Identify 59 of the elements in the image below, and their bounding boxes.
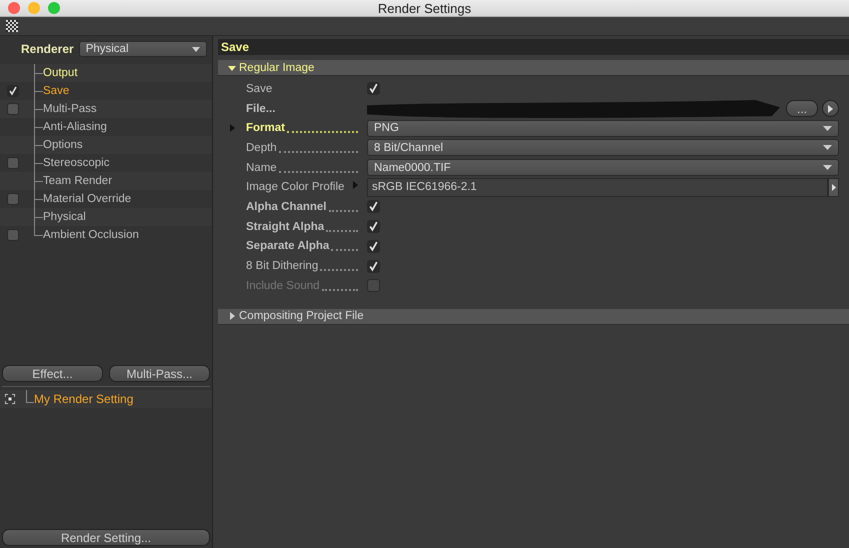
file-path-field[interactable] (367, 100, 780, 118)
collapsed-triangle-icon (228, 312, 236, 320)
checkbox[interactable] (7, 193, 19, 205)
panel-title: Save (221, 40, 250, 54)
sidebar-item[interactable]: Team Render (0, 172, 212, 190)
checkbox[interactable] (367, 260, 380, 273)
render-setting-item[interactable]: My Render Setting (0, 390, 212, 408)
checkbox[interactable] (367, 220, 380, 234)
focus-icon (5, 394, 15, 404)
play-triangle-icon (832, 184, 836, 191)
checkbox[interactable] (7, 85, 19, 97)
expand-triangle-icon[interactable] (230, 124, 234, 132)
field-label: Depth (246, 142, 277, 154)
window-title: Render Settings (378, 0, 472, 16)
field-label: Image Color Profile (246, 181, 344, 194)
grid-icon[interactable] (6, 20, 18, 32)
group-header[interactable]: Compositing Project File (218, 308, 849, 325)
sidebar-item[interactable]: Options (0, 136, 212, 154)
field-label: Name (246, 162, 277, 174)
checkbox[interactable] (7, 229, 19, 241)
checkbox[interactable] (367, 82, 380, 96)
field-label: 8 Bit Dithering (246, 260, 318, 272)
field-label: Save (246, 82, 272, 95)
caret-icon (823, 165, 832, 170)
dropdown[interactable]: 8 Bit/Channel (367, 139, 839, 156)
close-button[interactable] (8, 2, 20, 14)
dropdown[interactable]: Name0000.TIF (367, 159, 839, 176)
field-label: Straight Alpha (246, 220, 324, 233)
arrow-button[interactable] (822, 100, 839, 118)
field-label: Include Sound (246, 280, 320, 292)
sidebar-item[interactable]: Physical (0, 208, 212, 226)
checkbox[interactable] (367, 240, 380, 253)
minimize-button[interactable] (28, 2, 40, 14)
arrow-button[interactable] (828, 178, 839, 197)
expanded-triangle-icon (228, 64, 236, 72)
render-setting-button[interactable]: Render Setting... (2, 529, 210, 546)
caret-icon (192, 46, 200, 52)
field-label: File... (246, 102, 276, 115)
sidebar-item[interactable]: Output (0, 64, 212, 82)
expand-triangle-icon[interactable] (353, 181, 358, 190)
renderer-dropdown[interactable]: Physical (78, 41, 207, 57)
field-label: Separate Alpha (246, 240, 330, 252)
browse-button[interactable]: ... (786, 100, 818, 118)
caret-icon (823, 126, 832, 131)
checkbox[interactable] (7, 103, 19, 115)
group-header[interactable]: Regular Image (218, 60, 849, 76)
dropdown[interactable]: PNG (367, 120, 839, 137)
panel-button[interactable]: Effect... (2, 365, 103, 382)
play-triangle-icon (828, 104, 833, 113)
field-label: Format (246, 122, 285, 134)
checkbox[interactable] (367, 200, 380, 214)
sidebar-item[interactable]: Multi-Pass (0, 100, 212, 118)
checkbox[interactable] (7, 157, 19, 169)
caret-icon (823, 145, 832, 150)
field-label: Alpha Channel (246, 200, 327, 213)
zoom-button[interactable] (48, 2, 60, 14)
renderer-label: Renderer (21, 42, 74, 56)
color-profile-field[interactable]: sRGB IEC61966-2.1 (367, 178, 828, 197)
panel-button[interactable]: Multi-Pass... (109, 365, 210, 382)
